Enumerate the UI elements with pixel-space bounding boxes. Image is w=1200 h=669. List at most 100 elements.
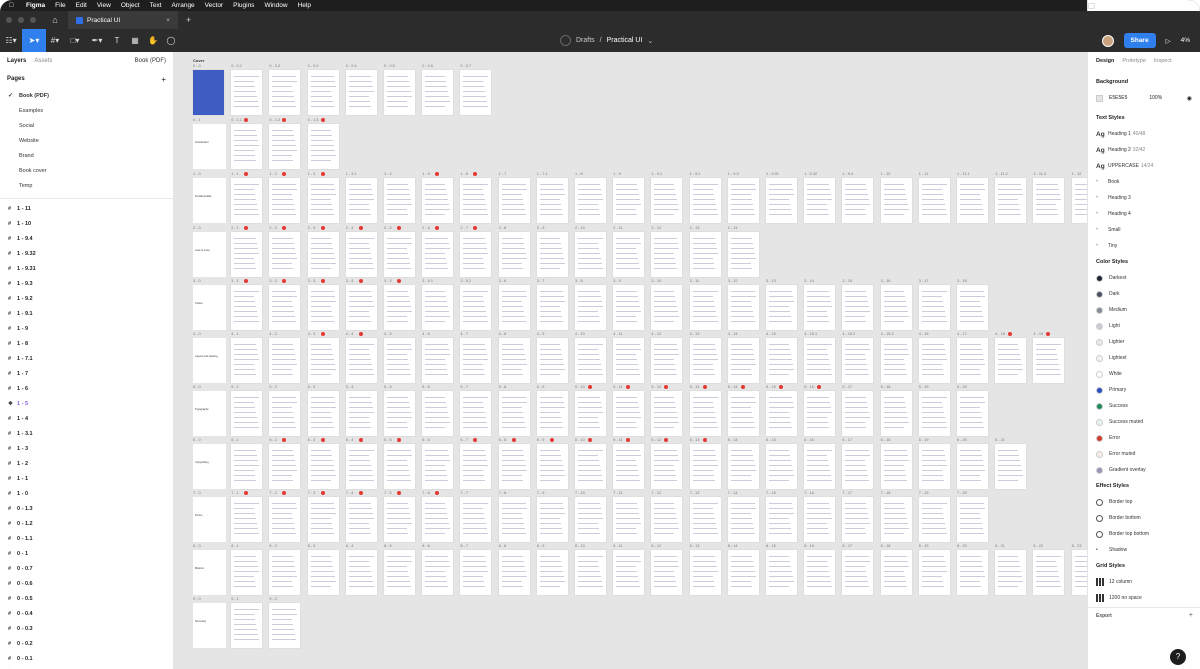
- page-frame[interactable]: [957, 285, 988, 330]
- section-title-frame[interactable]: Colour: [193, 285, 226, 330]
- frame-label[interactable]: 8 - 20: [957, 544, 967, 548]
- comment-pin-icon[interactable]: [397, 279, 401, 283]
- frame-label[interactable]: 6 - 12: [651, 438, 661, 442]
- comment-pin-icon[interactable]: [511, 438, 516, 442]
- text-style-item[interactable]: • Heading 4: [1088, 206, 1200, 222]
- text-style-item[interactable]: Ag Heading 1 40/48: [1088, 126, 1200, 142]
- page-frame[interactable]: [727, 178, 759, 223]
- comment-pin-icon[interactable]: [244, 491, 249, 495]
- page-frame[interactable]: [460, 232, 492, 277]
- page-frame[interactable]: [1033, 178, 1065, 223]
- page-frame[interactable]: [766, 338, 797, 383]
- page-frame[interactable]: [307, 232, 339, 277]
- frame-label[interactable]: 7 - 5: [384, 491, 392, 495]
- frame-label[interactable]: 1 - 10: [881, 172, 891, 176]
- page-frame[interactable]: [766, 285, 797, 330]
- frame-label[interactable]: 8 - 17: [842, 544, 852, 548]
- frame-label[interactable]: 5 - 0: [193, 385, 201, 389]
- menu-view[interactable]: View: [97, 2, 111, 9]
- frame-label[interactable]: 8 - 3: [308, 544, 316, 548]
- comment-pin-icon[interactable]: [626, 385, 631, 389]
- menu-edit[interactable]: Edit: [76, 2, 87, 9]
- frame-label[interactable]: 4 - 18: [995, 332, 1005, 336]
- frame-label[interactable]: 2 - 5: [384, 226, 392, 230]
- page-frame[interactable]: [575, 285, 606, 330]
- frame-label[interactable]: 3 - 2: [269, 279, 277, 283]
- frame-label[interactable]: 1 - 11: [919, 172, 928, 176]
- page-frame[interactable]: [689, 550, 721, 595]
- page-item[interactable]: Temp: [0, 178, 173, 193]
- frame-label[interactable]: 4 - 6: [422, 332, 430, 336]
- comment-pin-icon[interactable]: [244, 226, 249, 230]
- frame-label[interactable]: 3 - 11: [690, 279, 699, 283]
- frame-label[interactable]: 8 - 7: [460, 544, 468, 548]
- background-swatch[interactable]: [1096, 94, 1103, 102]
- comment-pin-icon[interactable]: [358, 226, 363, 230]
- page-frame[interactable]: [231, 178, 263, 223]
- frame-label[interactable]: 2 - 2: [269, 226, 277, 230]
- page-frame[interactable]: [422, 232, 454, 277]
- page-frame[interactable]: [422, 391, 454, 436]
- page-frame[interactable]: [842, 338, 874, 383]
- comment-pin-icon[interactable]: [244, 118, 249, 122]
- close-tab-icon[interactable]: ×: [166, 17, 170, 24]
- page-frame[interactable]: [689, 232, 721, 277]
- frame-label[interactable]: 9 - 1: [231, 597, 239, 601]
- frame-label[interactable]: 3 - 4: [346, 279, 354, 283]
- page-frame[interactable]: [689, 178, 721, 223]
- layer-item[interactable]: #1 - 1: [0, 471, 173, 486]
- page-frame[interactable]: [689, 391, 721, 436]
- page-frame[interactable]: [231, 497, 263, 542]
- frame-label[interactable]: 5 - 14: [728, 385, 738, 389]
- layer-item[interactable]: #1 - 11: [0, 201, 173, 216]
- frame-label[interactable]: 8 - 18: [881, 544, 891, 548]
- comment-pin-icon[interactable]: [320, 332, 325, 336]
- zoom-level[interactable]: 4%: [1181, 37, 1190, 44]
- frame-label[interactable]: 0 - 0.5: [384, 64, 395, 68]
- frame-label[interactable]: 5 - 1: [231, 385, 239, 389]
- menu-text[interactable]: Text: [150, 2, 162, 9]
- frame-label[interactable]: 2 - 1: [231, 226, 239, 230]
- frame-label[interactable]: 8 - 0: [193, 544, 201, 548]
- layer-item[interactable]: ❖ 1 - 5: [0, 396, 173, 411]
- color-style-item[interactable]: Gradient overlay: [1088, 462, 1200, 478]
- frame-label[interactable]: 7 - 6: [422, 491, 430, 495]
- menu-vector[interactable]: Vector: [205, 2, 223, 9]
- frame-label[interactable]: 4 - 15.1: [804, 332, 817, 336]
- effect-style-item[interactable]: • Shadow: [1088, 542, 1200, 558]
- comment-pin-icon[interactable]: [702, 438, 707, 442]
- page-frame[interactable]: [957, 444, 988, 489]
- page-frame[interactable]: [880, 285, 912, 330]
- comment-pin-icon[interactable]: [282, 279, 287, 283]
- layer-item[interactable]: #0 - 0.2: [0, 636, 173, 651]
- page-frame[interactable]: [384, 497, 415, 542]
- frame-label[interactable]: 1 - 9.3: [728, 172, 739, 176]
- frame-label[interactable]: 8 - 9: [537, 544, 545, 548]
- page-frame[interactable]: [536, 338, 568, 383]
- frame-label[interactable]: 6 - 16: [804, 438, 814, 442]
- layer-item[interactable]: #1 - 9: [0, 321, 173, 336]
- page-frame[interactable]: [345, 178, 377, 223]
- wifi-icon[interactable]: ◑: [1116, 3, 1120, 9]
- frame-label[interactable]: 0 - 0.7: [460, 64, 471, 68]
- resources-icon[interactable]: ▦: [126, 29, 144, 52]
- color-style-item[interactable]: Error muted: [1088, 446, 1200, 462]
- page-frame[interactable]: [231, 444, 263, 489]
- frame-label[interactable]: 3 - 10: [651, 279, 661, 283]
- page-frame[interactable]: [269, 232, 301, 277]
- comment-pin-icon[interactable]: [473, 172, 478, 176]
- frame-label[interactable]: 6 - 20: [957, 438, 967, 442]
- effect-style-item[interactable]: Border top bottom: [1088, 526, 1200, 542]
- page-frame[interactable]: [193, 70, 224, 115]
- comment-pin-icon[interactable]: [244, 279, 249, 283]
- layer-item[interactable]: #1 - 8: [0, 336, 173, 351]
- frame-label[interactable]: 4 - 0: [193, 332, 201, 336]
- page-frame[interactable]: [651, 338, 683, 383]
- frame-label[interactable]: 2 - 9: [537, 226, 545, 230]
- frame-label[interactable]: 1 - 9: [613, 172, 621, 176]
- frame-label[interactable]: 3 - 13: [766, 279, 776, 283]
- page-frame[interactable]: [957, 178, 988, 223]
- color-style-item[interactable]: Darkest: [1088, 270, 1200, 286]
- frame-label[interactable]: 1 - 9.2: [690, 172, 701, 176]
- page-frame[interactable]: [498, 550, 530, 595]
